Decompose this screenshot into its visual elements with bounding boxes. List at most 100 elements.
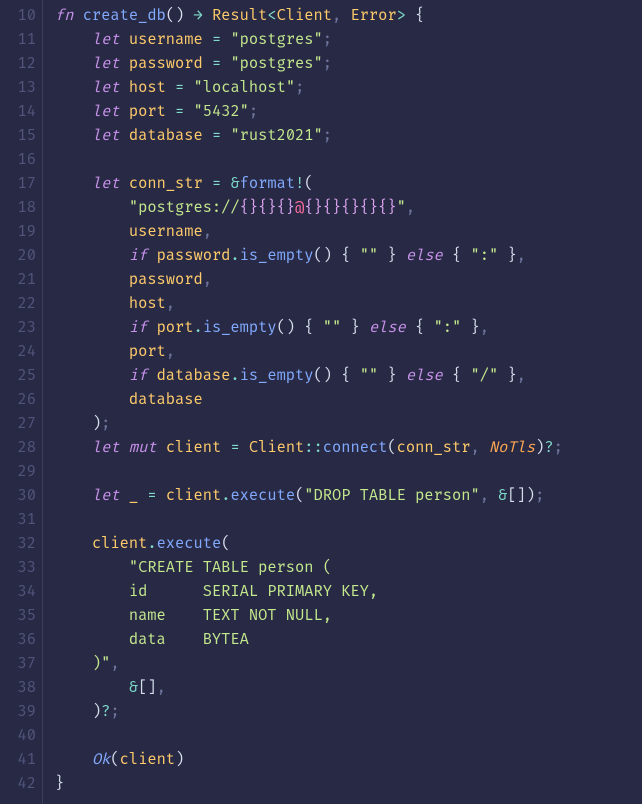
ident: username bbox=[129, 222, 203, 241]
code-line: )?; bbox=[55, 702, 120, 721]
line-number: 40 bbox=[0, 724, 36, 748]
line-number: 22 bbox=[0, 292, 36, 316]
code-line: id SERIAL PRIMARY KEY, bbox=[55, 582, 378, 601]
op-eq: = bbox=[175, 102, 184, 121]
string-lit: "/" bbox=[471, 366, 499, 385]
line-number: 33 bbox=[0, 556, 36, 580]
code-editor: 10 11 12 13 14 15 16 17 18 19 20 21 22 2… bbox=[0, 0, 642, 804]
keyword-if: if bbox=[129, 246, 147, 265]
ident: host bbox=[129, 294, 166, 313]
line-number: 10 bbox=[0, 4, 36, 28]
op-amp: & bbox=[129, 678, 138, 697]
code-line: &[], bbox=[55, 678, 166, 697]
fn-format: format bbox=[240, 174, 295, 193]
line-number: 36 bbox=[0, 628, 36, 652]
string-lit: data BYTEA bbox=[55, 630, 249, 649]
op-eq: = bbox=[212, 174, 221, 193]
line-number: 16 bbox=[0, 148, 36, 172]
line-number: 23 bbox=[0, 316, 36, 340]
fmt-brace: {} bbox=[240, 198, 258, 217]
fmt-brace: {} bbox=[323, 198, 341, 217]
keyword-fn: fn bbox=[55, 6, 73, 25]
type-client: Client bbox=[277, 6, 332, 25]
code-line: username, bbox=[55, 222, 212, 241]
type-error: Error bbox=[350, 6, 396, 25]
ident: client bbox=[166, 486, 221, 505]
var: password bbox=[129, 54, 203, 73]
line-number: 21 bbox=[0, 268, 36, 292]
fn-name: create_db bbox=[83, 6, 166, 25]
code-line: "postgres://{}{}{}@{}{}{}{}{}", bbox=[55, 198, 415, 217]
string-lit: "" bbox=[360, 366, 378, 385]
line-number: 13 bbox=[0, 76, 36, 100]
op-eq: = bbox=[212, 126, 221, 145]
fmt-brace: {} bbox=[360, 198, 378, 217]
line-number: 11 bbox=[0, 28, 36, 52]
op-eq: = bbox=[175, 78, 184, 97]
var: username bbox=[129, 30, 203, 49]
line-number: 20 bbox=[0, 244, 36, 268]
line-number: 32 bbox=[0, 532, 36, 556]
code-line: port, bbox=[55, 342, 175, 361]
string-lit: "CREATE TABLE person ( bbox=[129, 558, 332, 577]
fmt-brace: {} bbox=[304, 198, 322, 217]
line-number: 35 bbox=[0, 604, 36, 628]
string-lit: "postgres:// bbox=[129, 198, 240, 217]
code-line: ); bbox=[55, 414, 110, 433]
var: host bbox=[129, 78, 166, 97]
method: execute bbox=[157, 534, 222, 553]
line-number: 31 bbox=[0, 508, 36, 532]
op-amp: & bbox=[230, 174, 239, 193]
code-line: } bbox=[55, 774, 64, 793]
line-number: 38 bbox=[0, 676, 36, 700]
code-line: client.execute( bbox=[55, 534, 230, 553]
ident: client bbox=[92, 534, 147, 553]
keyword-let: let bbox=[92, 78, 120, 97]
code-line: "CREATE TABLE person ( bbox=[55, 558, 332, 577]
keyword-let: let bbox=[92, 102, 120, 121]
line-number: 14 bbox=[0, 100, 36, 124]
line-number: 28 bbox=[0, 436, 36, 460]
method: connect bbox=[323, 438, 388, 457]
code-line: database bbox=[55, 390, 203, 409]
const: NoTls bbox=[489, 438, 535, 457]
string-lit: " bbox=[397, 198, 406, 217]
line-number: 37 bbox=[0, 652, 36, 676]
code-content[interactable]: fn create_db() → Result<Client, Error> {… bbox=[43, 0, 563, 804]
line-number-gutter: 10 11 12 13 14 15 16 17 18 19 20 21 22 2… bbox=[0, 0, 43, 804]
line-number: 26 bbox=[0, 388, 36, 412]
line-number: 27 bbox=[0, 412, 36, 436]
keyword-let: let bbox=[92, 438, 120, 457]
code-line: let _ = client.execute("DROP TABLE perso… bbox=[55, 486, 544, 505]
keyword-let: let bbox=[92, 126, 120, 145]
code-line: let username = "postgres"; bbox=[55, 30, 332, 49]
string-lit: "localhost" bbox=[194, 78, 296, 97]
line-number: 12 bbox=[0, 52, 36, 76]
keyword-else: else bbox=[369, 318, 406, 337]
line-number: 41 bbox=[0, 748, 36, 772]
var: conn_str bbox=[129, 174, 203, 193]
at-symbol: @ bbox=[295, 198, 304, 217]
ident: database bbox=[129, 390, 203, 409]
code-line: name TEXT NOT NULL, bbox=[55, 606, 332, 625]
underscore: _ bbox=[129, 486, 138, 505]
string-lit: "" bbox=[360, 246, 378, 265]
ident: password bbox=[157, 246, 231, 265]
method: is_empty bbox=[240, 246, 314, 265]
line-number: 34 bbox=[0, 580, 36, 604]
line-number: 25 bbox=[0, 364, 36, 388]
op-eq: = bbox=[212, 30, 221, 49]
keyword-let: let bbox=[92, 174, 120, 193]
line-number: 29 bbox=[0, 460, 36, 484]
line-number: 15 bbox=[0, 124, 36, 148]
line-number: 30 bbox=[0, 484, 36, 508]
var: client bbox=[166, 438, 221, 457]
string-lit: )" bbox=[55, 654, 110, 673]
keyword-mut: mut bbox=[129, 438, 157, 457]
code-line: let host = "localhost"; bbox=[55, 78, 304, 97]
string-lit: ":" bbox=[434, 318, 462, 337]
string-lit: "postgres" bbox=[230, 30, 322, 49]
var: port bbox=[129, 102, 166, 121]
method: execute bbox=[230, 486, 295, 505]
type-result: Result bbox=[212, 6, 267, 25]
